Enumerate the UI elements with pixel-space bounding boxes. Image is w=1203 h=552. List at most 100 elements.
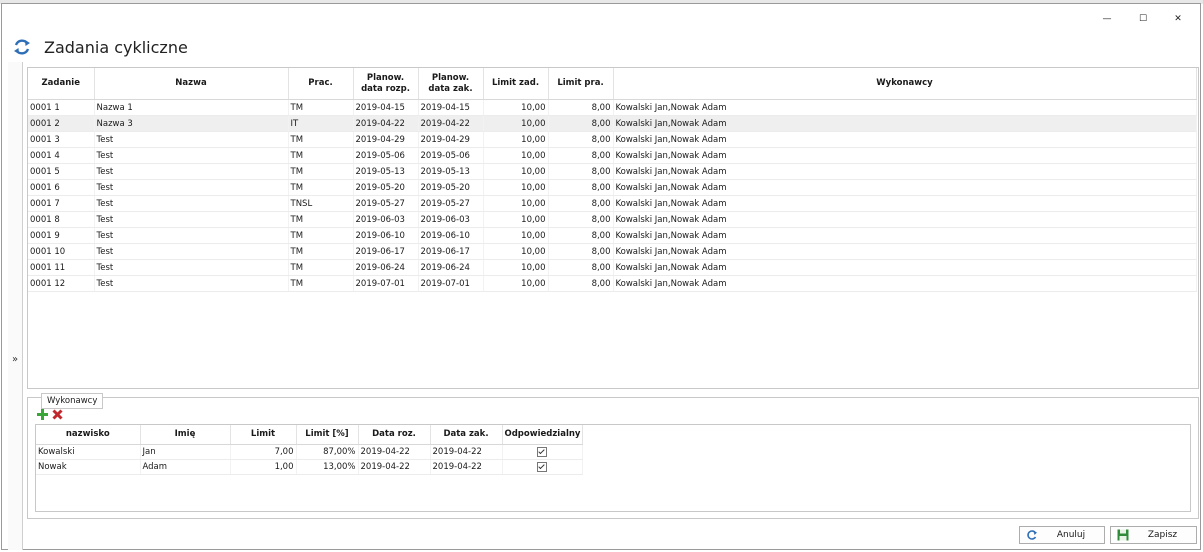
close-button[interactable]: ✕ [1161, 8, 1195, 30]
table-cell[interactable]: 2019-06-17 [353, 243, 419, 260]
table-cell[interactable]: 0001 2 [28, 115, 95, 132]
column-header[interactable]: Limit pra. [548, 68, 614, 100]
table-cell[interactable]: 8,00 [548, 131, 614, 148]
table-cell[interactable]: 10,00 [483, 195, 549, 212]
table-row[interactable]: 0001 4 Test TM 2019-05-06 2019-05-06 10,00 8,0… [28, 147, 1197, 164]
table-cell[interactable]: 2019-07-01 [418, 275, 484, 292]
cancel-button[interactable]: Anuluj [1019, 526, 1105, 544]
table-cell[interactable]: 2019-07-01 [353, 275, 419, 292]
table-cell[interactable]: Kowalski Jan,Nowak Adam [613, 147, 1197, 164]
table-cell[interactable]: Test [94, 195, 289, 212]
table-row[interactable]: 0001 7 Test TNSL 2019-05-27 2019-05-27 10,00 8… [28, 195, 1197, 212]
table-cell[interactable]: 87,00% [296, 444, 359, 460]
table-cell[interactable]: 2019-04-22 [358, 459, 431, 475]
table-cell[interactable]: 8,00 [548, 227, 614, 244]
table-cell[interactable]: Kowalski Jan,Nowak Adam [613, 259, 1197, 276]
table-cell[interactable]: TM [288, 275, 354, 292]
table-cell[interactable]: TM [288, 147, 354, 164]
table-cell[interactable]: 10,00 [483, 147, 549, 164]
table-cell[interactable]: 10,00 [483, 259, 549, 276]
table-cell[interactable]: 2019-06-10 [418, 227, 484, 244]
table-row[interactable]: 0001 8 Test TM 2019-06-03 2019-06-03 10,00 8,0… [28, 211, 1197, 228]
table-cell[interactable]: Test [94, 243, 289, 260]
table-cell[interactable]: 8,00 [548, 195, 614, 212]
table-cell[interactable]: 8,00 [548, 99, 614, 116]
save-button[interactable]: Zapisz [1110, 526, 1197, 544]
table-cell[interactable]: 8,00 [548, 259, 614, 276]
table-cell[interactable]: 0001 10 [28, 243, 95, 260]
column-header[interactable]: Limit [%] [296, 425, 359, 445]
table-cell[interactable]: 8,00 [548, 147, 614, 164]
table-cell[interactable]: 0001 4 [28, 147, 95, 164]
table-cell[interactable]: 8,00 [548, 275, 614, 292]
expand-panel-button[interactable]: » [12, 354, 18, 365]
table-cell[interactable]: 0001 9 [28, 227, 95, 244]
table-cell[interactable]: Kowalski Jan,Nowak Adam [613, 227, 1197, 244]
table-cell[interactable]: TM [288, 163, 354, 180]
table-cell[interactable]: 1,00 [230, 459, 297, 475]
table-cell[interactable]: 2019-04-22 [358, 444, 431, 460]
table-row[interactable]: Nowak Adam 1,00 13,00% 2019-04-22 2019-04-22 [36, 459, 584, 475]
table-cell[interactable]: 2019-05-27 [418, 195, 484, 212]
table-cell[interactable]: 2019-04-22 [418, 115, 484, 132]
table-cell[interactable]: 10,00 [483, 179, 549, 196]
table-row[interactable]: 0001 3 Test TM 2019-04-29 2019-04-29 10,00 8,0… [28, 131, 1197, 148]
table-cell[interactable]: 10,00 [483, 163, 549, 180]
table-cell[interactable]: Kowalski Jan,Nowak Adam [613, 243, 1197, 260]
table-cell[interactable]: 2019-05-13 [353, 163, 419, 180]
table-row[interactable]: 0001 1 Nazwa 1 TM 2019-04-15 2019-04-15 10,00… [28, 99, 1197, 116]
table-cell[interactable]: 0001 8 [28, 211, 95, 228]
column-header[interactable]: Nazwa [94, 68, 289, 100]
table-cell[interactable]: 10,00 [483, 211, 549, 228]
table-cell[interactable]: 2019-06-10 [353, 227, 419, 244]
responsible-checkbox[interactable] [537, 461, 548, 472]
column-header[interactable]: Planow. data zak. [418, 68, 484, 100]
responsible-checkbox-cell[interactable] [502, 459, 584, 475]
table-cell[interactable]: TM [288, 99, 354, 116]
column-header[interactable]: nazwisko [36, 425, 141, 445]
table-cell[interactable]: Kowalski Jan,Nowak Adam [613, 275, 1197, 292]
table-row[interactable]: 0001 9 Test TM 2019-06-10 2019-06-10 10,00 8,0… [28, 227, 1197, 244]
table-cell[interactable]: 10,00 [483, 99, 549, 116]
table-row[interactable]: 0001 11 Test TM 2019-06-24 2019-06-24 10,00 8,… [28, 259, 1197, 276]
column-header[interactable]: Imię [140, 425, 231, 445]
table-cell[interactable]: Kowalski Jan,Nowak Adam [613, 163, 1197, 180]
table-cell[interactable]: 2019-06-24 [418, 259, 484, 276]
minimize-button[interactable]: — [1090, 8, 1124, 30]
table-cell[interactable]: TM [288, 211, 354, 228]
table-cell[interactable]: Kowalski Jan,Nowak Adam [613, 195, 1197, 212]
table-row[interactable]: 0001 12 Test TM 2019-07-01 2019-07-01 10,00 8,… [28, 275, 1197, 292]
column-header[interactable]: Limit [230, 425, 297, 445]
table-cell[interactable]: Nowak [36, 459, 141, 475]
table-cell[interactable]: Nazwa 3 [94, 115, 289, 132]
responsible-checkbox-cell[interactable] [502, 444, 584, 460]
executors-tab[interactable]: Wykonawcy [41, 393, 104, 409]
table-cell[interactable]: 13,00% [296, 459, 359, 475]
table-cell[interactable]: Kowalski [36, 444, 141, 460]
table-row[interactable]: 0001 10 Test TM 2019-06-17 2019-06-17 10,00 8,… [28, 243, 1197, 260]
table-cell[interactable]: Kowalski Jan,Nowak Adam [613, 211, 1197, 228]
table-cell[interactable]: 0001 3 [28, 131, 95, 148]
table-cell[interactable]: Adam [140, 459, 231, 475]
table-cell[interactable]: 2019-06-03 [418, 211, 484, 228]
table-cell[interactable]: 2019-05-13 [418, 163, 484, 180]
column-header[interactable]: Zadanie [28, 68, 95, 100]
table-cell[interactable]: 2019-04-29 [353, 131, 419, 148]
table-row[interactable]: 0001 2 Nazwa 3 IT 2019-04-22 2019-04-22 10,00… [28, 115, 1197, 132]
table-cell[interactable]: 2019-04-15 [353, 99, 419, 116]
table-cell[interactable]: Test [94, 259, 289, 276]
table-cell[interactable]: TM [288, 227, 354, 244]
table-cell[interactable]: TM [288, 243, 354, 260]
table-cell[interactable]: Kowalski Jan,Nowak Adam [613, 99, 1197, 116]
table-cell[interactable]: 8,00 [548, 115, 614, 132]
table-cell[interactable]: 8,00 [548, 179, 614, 196]
column-header[interactable]: Data roz. [358, 425, 431, 445]
table-cell[interactable]: Jan [140, 444, 231, 460]
table-cell[interactable]: Kowalski Jan,Nowak Adam [613, 131, 1197, 148]
table-cell[interactable]: Test [94, 179, 289, 196]
table-cell[interactable]: 2019-04-15 [418, 99, 484, 116]
column-header[interactable]: Wykonawcy [613, 68, 1197, 100]
column-header[interactable]: Odpowiedzialny [502, 425, 584, 445]
table-cell[interactable]: TM [288, 131, 354, 148]
table-cell[interactable]: 2019-04-22 [353, 115, 419, 132]
